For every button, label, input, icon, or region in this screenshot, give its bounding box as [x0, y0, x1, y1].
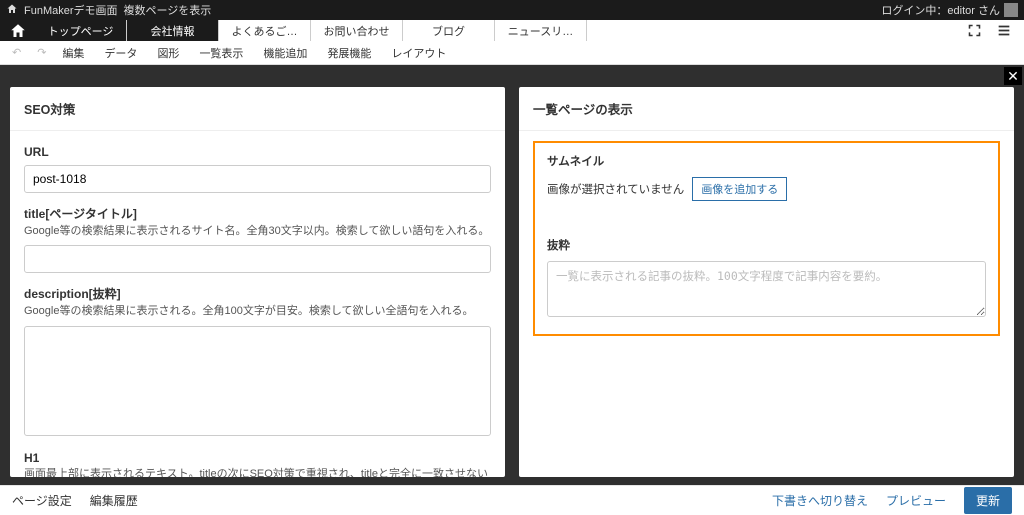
- page-tab-4[interactable]: ブログ: [403, 20, 495, 41]
- menu-icon[interactable]: [996, 23, 1012, 39]
- page-settings-link[interactable]: ページ設定: [12, 492, 72, 509]
- home-icon: [6, 3, 18, 18]
- page-tab-2[interactable]: よくあるご…: [219, 20, 311, 41]
- user-avatar[interactable]: [1004, 3, 1018, 17]
- fullscreen-icon[interactable]: [966, 23, 982, 39]
- workspace: ✕ SEO対策 URL title[ページタイトル] Google等の検索結果に…: [0, 65, 1024, 485]
- list-page-panel: 一覧ページの表示 サムネイル 画像が選択されていません 画像を追加する 抜粋: [519, 87, 1014, 477]
- update-button[interactable]: 更新: [964, 487, 1012, 514]
- menu-item-0[interactable]: 編集: [62, 45, 84, 61]
- page-tab-0[interactable]: トップページ: [35, 20, 127, 41]
- excerpt-input[interactable]: [547, 261, 986, 317]
- window-titlebar: FunMakerデモ画面 複数ページを表示 ログイン中：editor さん: [0, 0, 1024, 20]
- menu-item-1[interactable]: データ: [104, 45, 137, 61]
- thumbnail-label: サムネイル: [547, 153, 986, 169]
- title-label: title[ページタイトル]: [24, 205, 491, 222]
- footer-bar: ページ設定 編集履歴 下書きへ切り替え プレビュー 更新: [0, 485, 1024, 515]
- edit-history-link[interactable]: 編集履歴: [90, 492, 138, 509]
- app-title: FunMakerデモ画面: [24, 2, 118, 18]
- menu-item-6[interactable]: レイアウト: [391, 45, 446, 61]
- switch-draft-link[interactable]: 下書きへ切り替え: [772, 492, 868, 509]
- highlight-box: サムネイル 画像が選択されていません 画像を追加する 抜粋: [533, 141, 1000, 336]
- url-input[interactable]: [24, 165, 491, 193]
- page-tab-3[interactable]: お問い合わせ: [311, 20, 403, 41]
- h1-help: 画面最上部に表示されるテキスト。titleの次にSEO対策で重視され、title…: [24, 467, 491, 477]
- description-help: Google等の検索結果に表示される。全角100文字が目安。検索して欲しい全語句…: [24, 304, 491, 319]
- menu-item-2[interactable]: 図形: [157, 45, 179, 61]
- menu-item-4[interactable]: 機能追加: [263, 45, 307, 61]
- menubar: ↶ ↷ 編集 データ 図形 一覧表示 機能追加 発展機能 レイアウト: [0, 41, 1024, 65]
- login-status: ログイン中：editor さん: [881, 2, 1000, 18]
- title-help: Google等の検索結果に表示されるサイト名。全角30文字以内。検索して欲しい語…: [24, 224, 491, 239]
- list-page-heading: 一覧ページの表示: [519, 87, 1014, 131]
- add-image-button[interactable]: 画像を追加する: [692, 177, 787, 201]
- home-button[interactable]: [0, 20, 35, 41]
- redo-icon[interactable]: ↷: [37, 46, 46, 59]
- excerpt-label: 抜粋: [547, 237, 986, 253]
- menu-item-3[interactable]: 一覧表示: [199, 45, 243, 61]
- description-label: description[抜粋]: [24, 285, 491, 302]
- tab-row: トップページ会社情報よくあるご…お問い合わせブログニュースリ…: [0, 20, 1024, 41]
- page-tab-5[interactable]: ニュースリ…: [495, 20, 587, 41]
- description-input[interactable]: [24, 326, 491, 436]
- seo-panel: SEO対策 URL title[ページタイトル] Google等の検索結果に表示…: [10, 87, 505, 477]
- h1-label: H1: [24, 451, 491, 465]
- page-title-bar: 複数ページを表示: [124, 2, 212, 18]
- page-tab-1[interactable]: 会社情報: [127, 20, 219, 41]
- undo-icon[interactable]: ↶: [12, 46, 21, 59]
- url-label: URL: [24, 145, 491, 159]
- seo-heading: SEO対策: [10, 87, 505, 131]
- title-input[interactable]: [24, 245, 491, 273]
- thumbnail-none-text: 画像が選択されていません: [547, 181, 684, 197]
- menu-item-5[interactable]: 発展機能: [327, 45, 371, 61]
- close-button[interactable]: ✕: [1004, 67, 1022, 85]
- preview-link[interactable]: プレビュー: [886, 492, 946, 509]
